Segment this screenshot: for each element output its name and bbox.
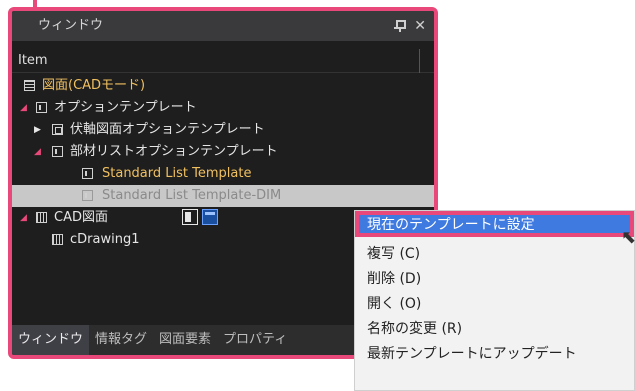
cad-drawing-icon — [36, 212, 47, 223]
expanded-arrow-icon[interactable]: ◢ — [20, 207, 27, 229]
collapsed-arrow-icon[interactable]: ▶ — [34, 119, 41, 141]
panel-title: ウィンドウ — [38, 18, 104, 33]
member-list-template-icon — [52, 146, 63, 157]
expanded-arrow-icon[interactable]: ◢ — [20, 97, 27, 119]
title-controls: ✕ — [394, 11, 426, 41]
menu-item-open[interactable]: 開く (O) — [355, 291, 634, 317]
tree-row-framing-option-templates[interactable]: ▶ 伏軸図面オプションテンプレート — [12, 119, 434, 141]
view-mode-icon[interactable] — [182, 209, 198, 225]
tree-label: 伏軸図面オプションテンプレート — [70, 122, 265, 137]
column-header[interactable]: Item — [12, 49, 434, 73]
layout-view-icon[interactable] — [202, 209, 218, 225]
expanded-arrow-icon[interactable]: ◢ — [34, 141, 41, 163]
list-template-icon — [82, 168, 93, 179]
tree-label: Standard List Template — [102, 166, 252, 181]
panel-titlebar: ウィンドウ ✕ — [12, 11, 434, 41]
pin-icon[interactable] — [394, 20, 407, 32]
tree-label: CAD図面 — [54, 210, 108, 225]
close-icon[interactable]: ✕ — [414, 11, 426, 41]
menu-item-copy[interactable]: 複写 (C) — [355, 241, 634, 267]
menu-item-label: 現在のテンプレートに設定 — [367, 217, 535, 233]
framing-template-icon — [52, 124, 63, 135]
menu-item-set-current-template[interactable]: 現在のテンプレートに設定 — [355, 211, 634, 237]
template-folder-icon — [36, 102, 47, 113]
tab-drawing-elements[interactable]: 図面要素 — [153, 325, 217, 355]
menu-item-label: 削除 (D) — [367, 271, 422, 287]
tree-row-standard-list-template-dim[interactable]: Standard List Template-DIM — [12, 185, 434, 207]
tree-row-drawing-cad-mode[interactable]: 図面(CADモード) — [12, 75, 434, 97]
tree-label: 図面(CADモード) — [42, 78, 146, 93]
menu-item-update-to-latest-template[interactable]: 最新テンプレートにアップデート — [355, 341, 634, 367]
tab-window[interactable]: ウィンドウ — [12, 325, 90, 355]
menu-item-delete[interactable]: 削除 (D) — [355, 266, 634, 292]
tree-label: Standard List Template-DIM — [102, 188, 282, 203]
menu-item-label: 開く (O) — [367, 296, 422, 312]
tree-label: cDrawing1 — [70, 232, 140, 247]
tree-label: オプションテンプレート — [54, 100, 197, 115]
tree-row-member-list-option-templates[interactable]: ◢ 部材リストオプションテンプレート — [12, 141, 434, 163]
list-template-icon — [82, 190, 93, 201]
menu-item-rename[interactable]: 名称の変更 (R) — [355, 316, 634, 342]
context-menu: 現在のテンプレートに設定 ⬉ 複写 (C) 削除 (D) 開く (O) 名称の変… — [354, 210, 635, 391]
tree-row-option-templates[interactable]: ◢ オプションテンプレート — [12, 97, 434, 119]
tree-row-standard-list-template[interactable]: Standard List Template — [12, 163, 434, 185]
column-divider[interactable] — [419, 49, 420, 73]
tab-info-tags[interactable]: 情報タグ — [89, 325, 153, 355]
tab-properties[interactable]: プロパティ — [217, 325, 293, 355]
drawing-icon — [24, 80, 35, 91]
cad-drawing-icon — [52, 234, 63, 245]
menu-item-label: 名称の変更 (R) — [367, 321, 463, 337]
menu-item-label: 複写 (C) — [367, 246, 421, 262]
tree-label: 部材リストオプションテンプレート — [70, 144, 278, 159]
menu-item-label: 最新テンプレートにアップデート — [367, 346, 577, 362]
